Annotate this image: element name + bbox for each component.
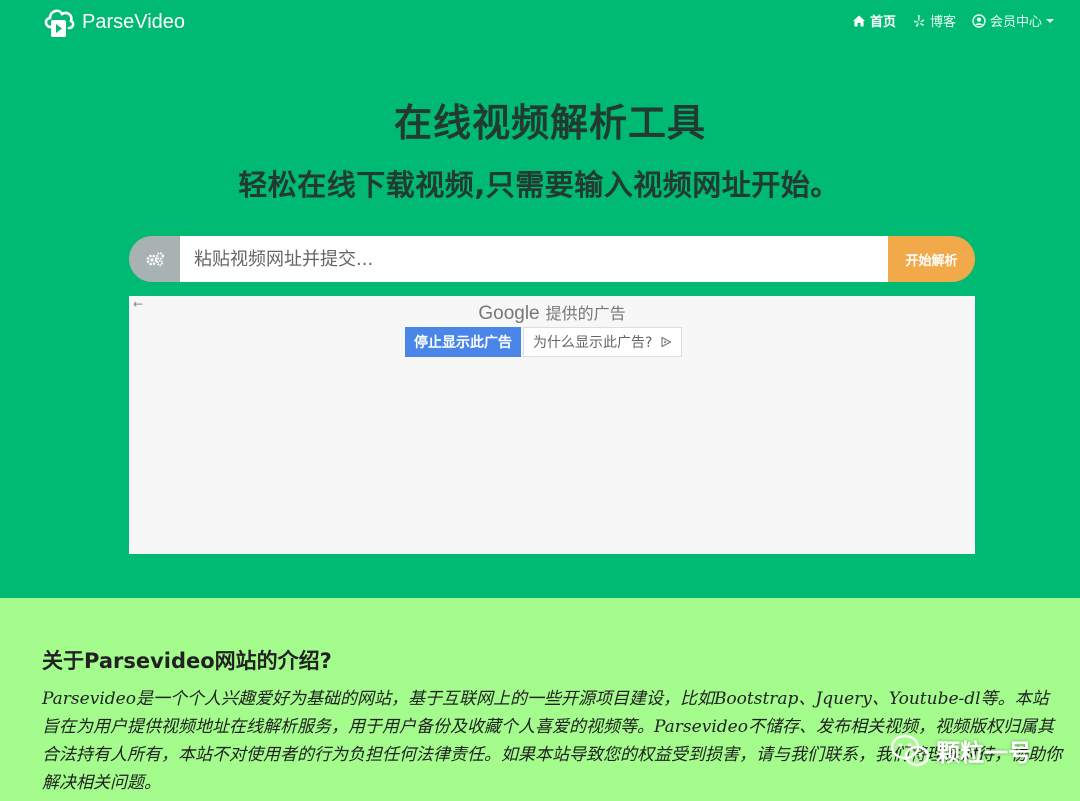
nav-member-center[interactable]: 会员中心: [972, 11, 1054, 30]
stop-ad-button[interactable]: 停止显示此广告: [405, 327, 521, 357]
why-ad-button[interactable]: 为什么显示此广告?: [523, 327, 683, 357]
nav-home[interactable]: 首页: [852, 11, 896, 30]
search-group: 开始解析: [129, 236, 975, 282]
ad-buttons: 停止显示此广告 为什么显示此广告?: [405, 327, 683, 357]
page-title: 在线视频解析工具: [393, 101, 706, 145]
yelp-icon: [913, 14, 925, 27]
start-parse-button[interactable]: 开始解析: [888, 236, 975, 282]
cloud-play-logo-icon: [44, 9, 75, 37]
brand-link[interactable]: ParseVideo: [42, 4, 185, 40]
nav-blog[interactable]: 博客: [912, 11, 956, 30]
ad-provider: Google 提供的广告: [129, 300, 975, 325]
ad-provider-text: 提供的广告: [545, 304, 626, 323]
nav-links: 首页 博客 会员中心: [852, 11, 1054, 30]
nav-blog-label: 博客: [929, 15, 956, 30]
wechat-watermark: 颗粒一号: [890, 733, 1032, 768]
why-ad-label: 为什么显示此广告?: [533, 335, 653, 351]
chevron-down-icon: [1046, 18, 1054, 23]
user-circle-icon: [972, 13, 986, 28]
ad-frame: ← Google 提供的广告 停止显示此广告 为什么显示此广告?: [129, 296, 975, 554]
watermark-text: 颗粒一号: [936, 739, 1032, 767]
page-subtitle: 轻松在线下载视频,只需要输入视频网址开始。: [238, 168, 840, 202]
gears-icon: [146, 252, 164, 267]
google-brand: Google: [478, 303, 540, 324]
wechat-icon: [890, 734, 930, 766]
about-title: 关于Parsevideo网站的介绍?: [42, 649, 332, 673]
brand-name: ParseVideo: [82, 10, 186, 33]
nav-member-label: 会员中心: [989, 15, 1042, 30]
hero-section: ParseVideo 首页 博客 会员中心 在线视频解析工具 轻松在线下载视频,…: [0, 0, 1080, 598]
nav-home-label: 首页: [869, 15, 896, 30]
home-icon: [852, 15, 865, 26]
navbar: ParseVideo 首页 博客 会员中心: [0, 0, 1080, 44]
video-url-input[interactable]: [180, 236, 888, 282]
search-addon: [129, 236, 180, 282]
adchoices-icon: [661, 336, 672, 348]
